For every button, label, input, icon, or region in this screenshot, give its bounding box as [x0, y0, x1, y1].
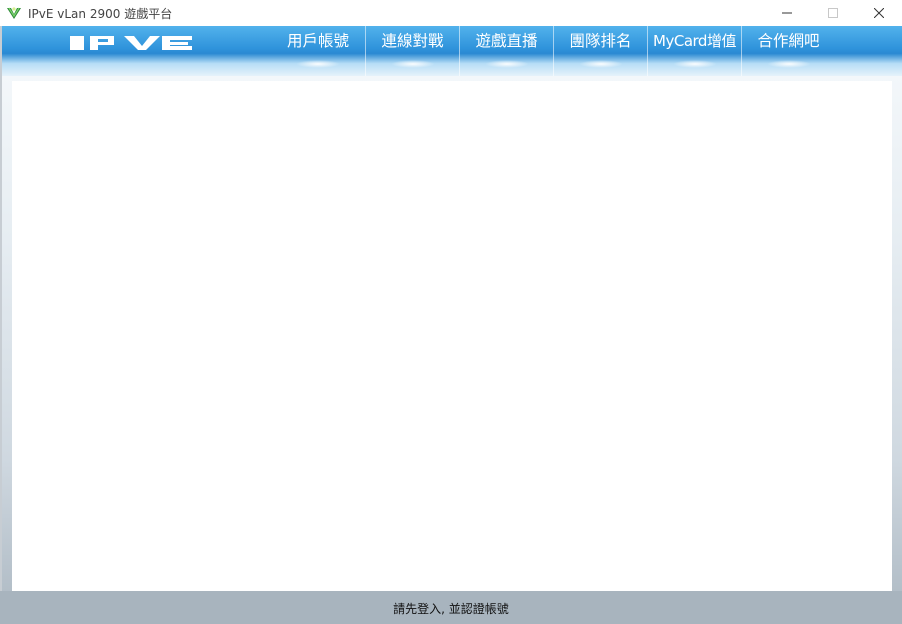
status-message: 請先登入, 並認證帳號 — [393, 602, 509, 616]
close-button[interactable] — [856, 0, 902, 26]
maximize-icon — [828, 8, 838, 18]
nav-game-live[interactable]: 遊戲直播 — [459, 26, 553, 76]
nav-online-battle[interactable]: 連線對戰 — [365, 26, 459, 76]
main-nav: 用戶帳號 連線對戰 遊戲直播 團隊排名 MyCard增值 合作網吧 — [271, 26, 835, 76]
nav-team-ranking[interactable]: 團隊排名 — [553, 26, 647, 76]
app-logo-icon — [7, 7, 21, 19]
window-controls — [764, 0, 902, 26]
nav-partner-cafes[interactable]: 合作網吧 — [741, 26, 835, 76]
content-panel — [12, 81, 892, 591]
status-bar: 請先登入, 並認證帳號 — [0, 591, 902, 624]
app-window: IPvE vLan 2900 遊戲平台 用戶帳號 連線對戰 遊戲直播 團隊排名 … — [0, 0, 902, 624]
minimize-button[interactable] — [764, 0, 810, 26]
header-nav-band: 用戶帳號 連線對戰 遊戲直播 團隊排名 MyCard增值 合作網吧 — [0, 26, 902, 76]
window-left-edge — [0, 26, 2, 624]
maximize-button[interactable] — [810, 0, 856, 26]
title-bar[interactable]: IPvE vLan 2900 遊戲平台 — [0, 0, 902, 26]
nav-user-account[interactable]: 用戶帳號 — [271, 26, 365, 76]
nav-mycard-topup[interactable]: MyCard增值 — [647, 26, 741, 76]
ipve-logo — [70, 36, 192, 50]
minimize-icon — [782, 12, 792, 14]
window-title: IPvE vLan 2900 遊戲平台 — [28, 6, 173, 21]
close-icon — [874, 8, 884, 18]
